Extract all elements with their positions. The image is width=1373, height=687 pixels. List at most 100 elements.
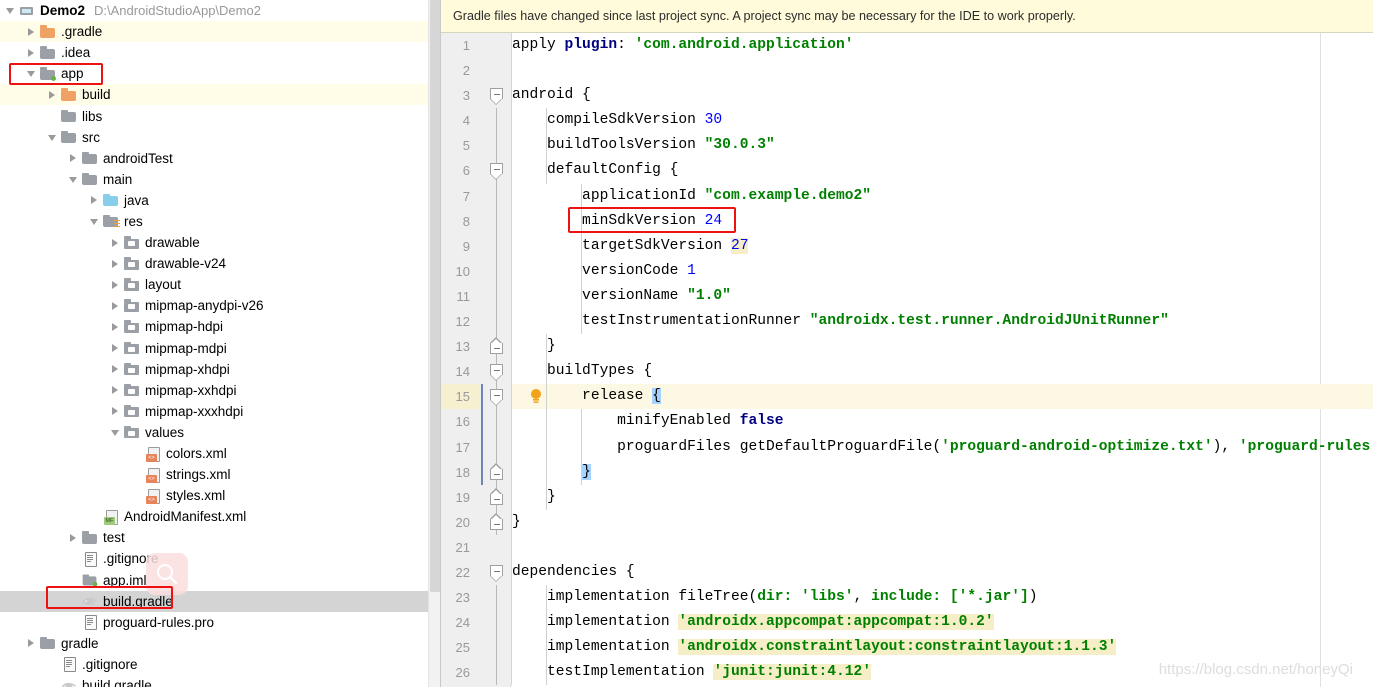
tree-scrollbar-thumb[interactable] xyxy=(430,0,440,592)
gradle-sync-notification-bar[interactable]: Gradle files have changed since last pro… xyxy=(441,0,1373,33)
code-line[interactable]: 22 dependencies { xyxy=(441,559,1373,586)
fold-gutter-cell[interactable] xyxy=(479,585,512,611)
fold-gutter-cell[interactable] xyxy=(479,133,512,159)
tree-row[interactable]: build xyxy=(0,84,440,106)
fold-gutter-cell[interactable] xyxy=(479,334,512,360)
code-line[interactable]: 19 } xyxy=(441,484,1373,510)
code-text[interactable]: buildTypes { xyxy=(512,359,652,384)
code-line[interactable]: 2 xyxy=(441,58,1373,84)
chevron-down-icon[interactable] xyxy=(5,5,16,16)
fold-gutter-cell[interactable] xyxy=(479,610,512,636)
chevron-right-icon[interactable] xyxy=(47,89,58,100)
tree-row[interactable]: app xyxy=(0,63,440,84)
tree-row[interactable]: test xyxy=(0,527,440,548)
code-line-list[interactable]: 1 apply plugin: 'com.android.application'… xyxy=(441,33,1373,686)
chevron-right-icon[interactable] xyxy=(89,195,100,206)
code-text[interactable]: minSdkVersion 24 xyxy=(512,209,722,234)
code-text[interactable]: implementation 'androidx.constraintlayou… xyxy=(512,635,1117,660)
code-line[interactable]: 12 testInstrumentationRunner "androidx.t… xyxy=(441,309,1373,335)
code-editor-area[interactable]: 1 apply plugin: 'com.android.application'… xyxy=(441,33,1373,687)
fold-gutter-cell[interactable] xyxy=(479,534,512,560)
chevron-down-icon[interactable] xyxy=(110,427,121,438)
tree-row[interactable]: <> styles.xml xyxy=(0,485,440,506)
fold-gutter-cell[interactable] xyxy=(479,635,512,661)
tree-row[interactable]: .idea xyxy=(0,42,440,63)
chevron-down-icon[interactable] xyxy=(89,216,100,227)
chevron-right-icon[interactable] xyxy=(26,47,37,58)
fold-gutter-cell[interactable] xyxy=(479,208,512,234)
code-line[interactable]: 20} xyxy=(441,509,1373,535)
fold-gutter-cell[interactable] xyxy=(479,58,512,84)
chevron-right-icon[interactable] xyxy=(110,343,121,354)
tree-row[interactable]: MF AndroidManifest.xml xyxy=(0,506,440,527)
fold-gutter-cell[interactable] xyxy=(479,559,512,586)
fold-gutter-cell[interactable] xyxy=(479,108,512,134)
chevron-right-icon[interactable] xyxy=(26,26,37,37)
chevron-right-icon[interactable] xyxy=(110,300,121,311)
code-text[interactable]: } xyxy=(512,460,591,485)
code-line[interactable]: 17 proguardFiles getDefaultProguardFile(… xyxy=(441,434,1373,460)
code-line[interactable]: 8 minSdkVersion 24 xyxy=(441,208,1373,234)
tree-row[interactable]: mipmap-anydpi-v26 xyxy=(0,295,440,316)
fold-gutter-cell[interactable] xyxy=(479,509,512,535)
code-line[interactable]: 15 release { xyxy=(441,384,1373,410)
intention-bulb-icon[interactable] xyxy=(529,388,543,404)
fold-gutter-cell[interactable] xyxy=(479,409,512,435)
code-text[interactable]: apply plugin: 'com.android.application' xyxy=(512,33,854,58)
code-line[interactable]: 5 buildToolsVersion "30.0.3" xyxy=(441,133,1373,159)
tree-row[interactable]: mipmap-xxxhdpi xyxy=(0,401,440,422)
code-text[interactable]: dependencies { xyxy=(512,560,635,585)
code-text[interactable]: android { xyxy=(512,83,591,108)
tree-row[interactable]: res xyxy=(0,211,440,232)
chevron-right-icon[interactable] xyxy=(110,258,121,269)
tree-row[interactable]: .gitignore xyxy=(0,548,440,569)
code-line[interactable]: 10 versionCode 1 xyxy=(441,258,1373,284)
tree-row[interactable]: <> colors.xml xyxy=(0,443,440,464)
code-text[interactable]: implementation 'androidx.appcompat:appco… xyxy=(512,610,994,635)
tree-row[interactable]: proguard-rules.pro xyxy=(0,612,440,633)
fold-gutter-cell[interactable] xyxy=(479,309,512,335)
fold-gutter-cell[interactable] xyxy=(479,484,512,510)
code-line[interactable]: 16 minifyEnabled false xyxy=(441,409,1373,435)
tree-item-list[interactable]: .gradle .idea app build libs src androidTest ma… xyxy=(0,21,440,687)
tree-row-root[interactable]: Demo2 D:\AndroidStudioApp\Demo2 xyxy=(0,0,440,21)
code-line[interactable]: 21 xyxy=(441,534,1373,560)
code-text[interactable]: buildToolsVersion "30.0.3" xyxy=(512,133,775,158)
tree-row[interactable]: .gitignore xyxy=(0,654,440,675)
code-line[interactable]: 13 } xyxy=(441,334,1373,360)
code-text[interactable]: compileSdkVersion 30 xyxy=(512,108,722,133)
fold-gutter-cell[interactable] xyxy=(479,660,512,686)
code-text[interactable]: minifyEnabled false xyxy=(512,409,783,434)
fold-gutter-cell[interactable] xyxy=(479,33,512,59)
fold-toggle-icon[interactable] xyxy=(490,462,503,480)
tree-row[interactable]: java xyxy=(0,190,440,211)
tree-row[interactable]: build.gradle xyxy=(0,675,440,687)
code-line[interactable]: 23 implementation fileTree(dir: 'libs', … xyxy=(441,585,1373,611)
tree-row[interactable]: src xyxy=(0,127,440,148)
fold-gutter-cell[interactable] xyxy=(479,233,512,259)
fold-gutter-cell[interactable] xyxy=(479,459,512,485)
code-text[interactable]: implementation fileTree(dir: 'libs', inc… xyxy=(512,585,1037,610)
fold-toggle-icon[interactable] xyxy=(490,564,503,582)
code-text[interactable]: testInstrumentationRunner "androidx.test… xyxy=(512,309,1169,334)
tree-row[interactable]: build.gradle xyxy=(0,590,440,612)
fold-gutter-cell[interactable] xyxy=(479,359,512,385)
code-line[interactable]: 25 implementation 'androidx.constraintla… xyxy=(441,635,1373,661)
chevron-right-icon[interactable] xyxy=(68,153,79,164)
code-text[interactable]: } xyxy=(512,485,556,510)
tree-row[interactable]: mipmap-xhdpi xyxy=(0,359,440,380)
code-line[interactable]: 11 versionName "1.0" xyxy=(441,283,1373,310)
code-line[interactable]: 18 } xyxy=(441,459,1373,485)
fold-gutter-cell[interactable] xyxy=(479,158,512,184)
code-text[interactable]: } xyxy=(512,334,556,359)
tree-scrollbar-track[interactable] xyxy=(428,0,440,687)
code-text[interactable]: } xyxy=(512,510,521,535)
tree-row[interactable]: main xyxy=(0,169,440,190)
code-text[interactable]: proguardFiles getDefaultProguardFile('pr… xyxy=(512,435,1373,460)
tree-row[interactable]: .gradle xyxy=(0,21,440,43)
tree-row[interactable]: gradle xyxy=(0,633,440,654)
code-line[interactable]: 24 implementation 'androidx.appcompat:ap… xyxy=(441,610,1373,636)
chevron-down-icon[interactable] xyxy=(47,132,58,143)
code-line[interactable]: 3 android { xyxy=(441,83,1373,109)
chevron-right-icon[interactable] xyxy=(110,385,121,396)
